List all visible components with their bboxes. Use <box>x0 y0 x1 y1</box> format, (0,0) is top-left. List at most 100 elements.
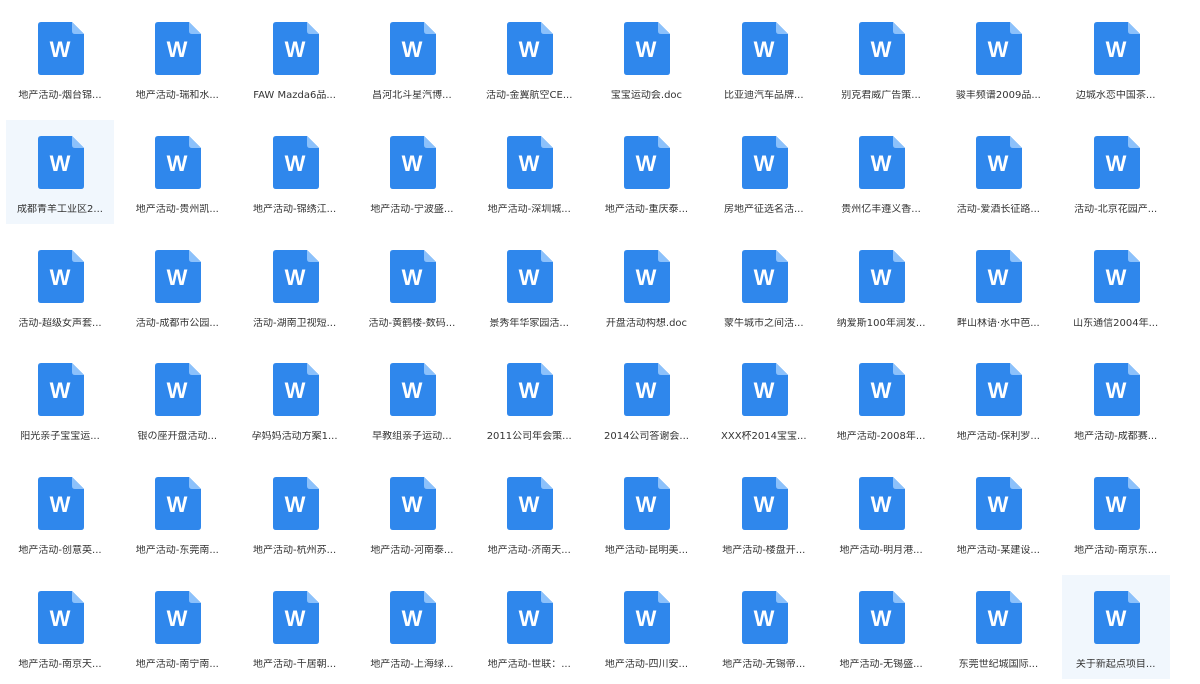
file-item[interactable]: W 地产活动-贵州凯... <box>123 120 231 224</box>
word-document-icon: W <box>1093 363 1140 417</box>
word-document-icon: W <box>976 363 1023 417</box>
file-item[interactable]: W 地产活动-杭州苏... <box>241 461 349 565</box>
file-item[interactable]: W 地产活动-烟台锦... <box>6 6 114 110</box>
file-item[interactable]: W 地产活动-成都赛... <box>1062 347 1170 451</box>
file-item[interactable]: W 地产活动-宁波盛... <box>358 120 466 224</box>
file-item[interactable]: W 2011公司年会策... <box>475 347 583 451</box>
file-item[interactable]: W 地产活动-无锡帝... <box>710 575 818 679</box>
word-document-icon: W <box>976 22 1023 75</box>
file-item[interactable]: W 银の座开盘活动... <box>123 347 231 451</box>
file-item[interactable]: W 山东通信2004年... <box>1062 234 1170 338</box>
file-item[interactable]: W 早教组亲子运动... <box>358 347 466 451</box>
file-item[interactable]: W 成都青羊工业区2... <box>6 119 114 224</box>
file-item[interactable]: W 地产活动-瑞和水... <box>123 6 231 110</box>
svg-text:W: W <box>50 37 71 62</box>
file-item[interactable]: W 地产活动-创意英... <box>6 461 114 565</box>
file-item[interactable]: W 景秀年华家园活... <box>475 234 583 338</box>
file-name-label: 地产活动-南宁南... <box>135 658 219 670</box>
file-item[interactable]: W 地产活动-世联：... <box>475 575 583 679</box>
svg-text:W: W <box>284 378 305 403</box>
file-name-label: 地产活动-宁波盛... <box>370 203 454 215</box>
file-item[interactable]: W 地产活动-某建设... <box>944 461 1052 565</box>
file-item[interactable]: W 昌河北斗星汽博... <box>358 6 466 110</box>
file-item[interactable]: W 地产活动-济南天... <box>475 461 583 565</box>
word-document-icon: W <box>1093 22 1140 75</box>
file-item[interactable]: W 活动-湖南卫视短... <box>241 234 349 338</box>
file-name-label: 蒙牛城市之间活... <box>724 317 804 329</box>
word-document-icon: W <box>38 363 84 417</box>
file-item[interactable]: W 活动-成都市公园... <box>123 234 231 338</box>
file-item[interactable]: W 地产活动-无锡盛... <box>827 575 935 679</box>
file-item[interactable]: W 地产活动-东莞南... <box>123 461 231 565</box>
file-name-label: 地产活动-锦绣江... <box>253 203 337 215</box>
file-item[interactable]: W 纳爱斯100年润发... <box>827 234 935 338</box>
file-item[interactable]: W XXX杯2014宝宝... <box>710 347 818 451</box>
word-document-icon: W <box>507 590 554 644</box>
file-item[interactable]: W 活动-北京花园产... <box>1062 120 1170 224</box>
file-item[interactable]: W FAW Mazda6品... <box>241 6 349 110</box>
file-item[interactable]: W 地产活动-锦绣江... <box>241 120 349 224</box>
file-name-label: 2011公司年会策... <box>486 431 572 443</box>
svg-text:W: W <box>402 37 423 62</box>
file-item[interactable]: W 贵州亿丰遵义香... <box>827 120 935 224</box>
file-item[interactable]: W 宝宝运动会.doc <box>592 6 700 110</box>
file-item[interactable]: W 地产活动-南京天... <box>6 575 114 679</box>
file-item[interactable]: W 地产活动-南宁南... <box>123 575 231 679</box>
file-name-label: 别克君威广告策... <box>841 90 921 101</box>
word-document-icon: W <box>272 135 319 189</box>
svg-text:W: W <box>167 492 188 517</box>
file-item[interactable]: W 东莞世纪城国际... <box>944 575 1052 679</box>
file-item[interactable]: W 地产活动-千居朝... <box>241 575 349 679</box>
svg-text:W: W <box>519 265 540 290</box>
file-item[interactable]: W 比亚迪汽车品牌... <box>710 6 818 110</box>
file-item[interactable]: W 骏丰频谱2009品... <box>944 6 1052 110</box>
file-item[interactable]: W 2014公司答谢会... <box>592 347 700 451</box>
file-item[interactable]: W 地产活动-保利罗... <box>944 347 1052 451</box>
file-name-label: 地产活动-无锡盛... <box>839 658 923 670</box>
file-item[interactable]: W 活动-黄鹤楼-数码... <box>358 234 466 338</box>
svg-text:W: W <box>402 378 423 403</box>
word-document-icon: W <box>389 363 436 417</box>
file-item[interactable]: W 地产活动-深圳城... <box>475 120 583 224</box>
file-item[interactable]: W 地产活动-重庆泰... <box>592 120 700 224</box>
file-item[interactable]: W 地产活动-上海绿... <box>358 575 466 679</box>
word-document-icon: W <box>741 590 788 644</box>
file-item[interactable]: W 活动-爱酒长征路... <box>944 120 1052 224</box>
svg-text:W: W <box>284 606 305 631</box>
file-grid: W 地产活动-烟台锦... W 地产活动-瑞和水... W FAW Mazda6品... W… <box>0 0 1200 684</box>
file-name-label: 地产活动-东莞南... <box>135 545 219 557</box>
file-item[interactable]: W 边城水恋中国茶... <box>1062 6 1170 110</box>
file-item[interactable]: W 关于新起点项目... <box>1061 574 1170 679</box>
file-item[interactable]: W 阳光亲子宝宝运... <box>6 347 114 451</box>
svg-text:W: W <box>636 378 657 403</box>
svg-text:W: W <box>988 492 1009 517</box>
file-item[interactable]: W 地产活动-河南泰... <box>358 461 466 565</box>
svg-text:W: W <box>519 492 540 517</box>
file-name-label: 地产活动-贵州凯... <box>135 203 219 215</box>
file-name-label: 骏丰频谱2009品... <box>955 90 1041 101</box>
file-item[interactable]: W 孕妈妈活动方案1... <box>241 347 349 451</box>
word-document-icon: W <box>741 135 788 189</box>
file-item[interactable]: W 蒙牛城市之间活... <box>710 234 818 338</box>
svg-text:W: W <box>167 606 188 631</box>
file-name-label: XXX杯2014宝宝... <box>721 431 807 443</box>
file-item[interactable]: W 地产活动-昆明美... <box>592 461 700 565</box>
file-item[interactable]: W 别克君威广告策... <box>827 6 935 110</box>
svg-text:W: W <box>284 37 305 62</box>
word-document-icon: W <box>624 363 671 417</box>
file-item[interactable]: W 活动-金翼航空CE... <box>475 6 583 110</box>
word-document-icon: W <box>38 22 84 75</box>
file-name-label: 活动-北京花园产... <box>1074 203 1158 215</box>
file-name-label: 活动-成都市公园... <box>135 317 219 329</box>
file-item[interactable]: W 地产活动-四川安... <box>592 575 700 679</box>
file-item[interactable]: W 活动-超级女声套... <box>6 234 114 338</box>
file-item[interactable]: W 房地产征选名活... <box>710 120 818 224</box>
file-item[interactable]: W 地产活动-2008年... <box>827 347 935 451</box>
file-item[interactable]: W 地产活动-楼盘开... <box>710 461 818 565</box>
file-item[interactable]: W 地产活动-南京东... <box>1062 461 1170 565</box>
file-name-label: 关于新起点项目... <box>1075 658 1156 670</box>
word-document-icon: W <box>741 22 788 75</box>
file-item[interactable]: W 地产活动-明月港... <box>827 461 935 565</box>
file-item[interactable]: W 畔山林语·水中芭... <box>944 234 1052 338</box>
file-item[interactable]: W 开盘活动构想.doc <box>592 234 700 338</box>
